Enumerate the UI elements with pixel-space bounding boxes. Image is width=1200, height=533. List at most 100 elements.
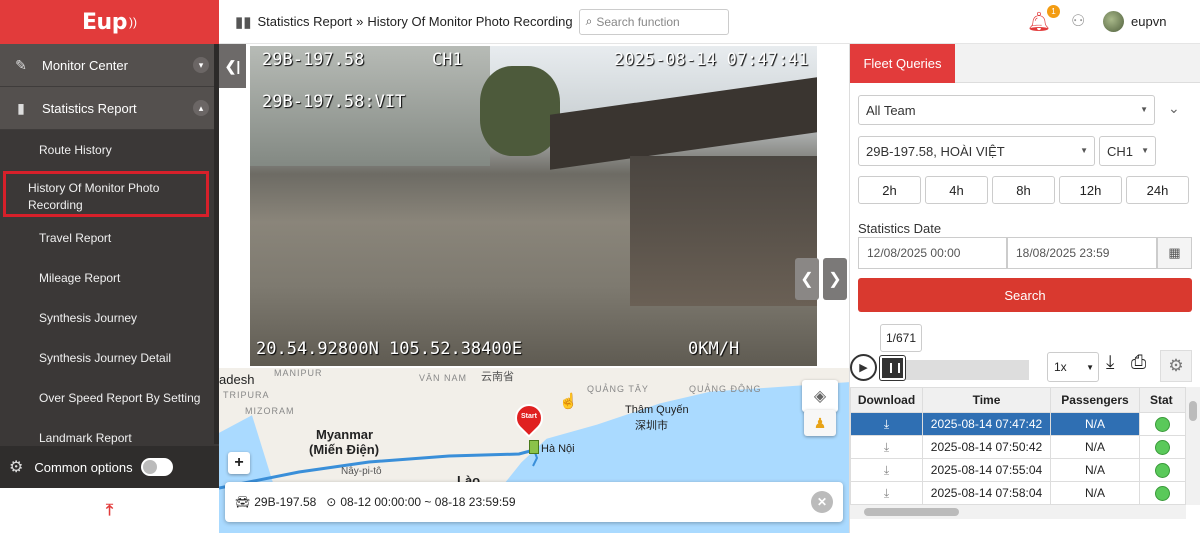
sidebar-item-label: Over Speed Report By Setting [39, 391, 201, 405]
prev-photo-button[interactable]: ❮ [795, 258, 819, 300]
network-icon[interactable]: ⚇ [1071, 11, 1085, 31]
range-2h-button[interactable]: 2h [858, 176, 921, 204]
map[interactable]: adesh MANIPUR VÂN NAM 云南省 QUẢNG TÂY QUẢN… [219, 368, 849, 533]
common-options[interactable]: ⚙ Common options [0, 446, 219, 488]
chevron-down-icon[interactable]: ⌄ [1168, 100, 1180, 117]
search-function-input[interactable]: ⌕ Search function [578, 8, 729, 35]
print-icon[interactable]: ⎙ [1131, 352, 1146, 374]
scrollbar-thumb[interactable] [1189, 401, 1197, 421]
layers-icon[interactable]: ◈ [802, 380, 838, 412]
sidebar-item-label: Synthesis Journey [39, 311, 138, 325]
collapse-sidebar-button[interactable]: ❮| [219, 44, 246, 88]
overlay-plate: 29B-197.58 [262, 50, 365, 70]
bar-chart-icon: ▮ [17, 99, 25, 116]
download-icon[interactable]: ⤓ [884, 463, 889, 477]
street-view-icon[interactable]: ♟ [804, 410, 836, 436]
download-cell[interactable]: ⤓ [850, 435, 923, 459]
clock-icon: ⊙ [326, 495, 337, 509]
map-label-adesh: adesh [219, 372, 255, 387]
download-icon[interactable]: ⤓ [884, 486, 889, 500]
sidebar-item-synthesis-journey[interactable]: Synthesis Journey [0, 298, 219, 338]
sidebar-item-label: Mileage Report [39, 271, 121, 285]
map-label-tripura: TRIPURA [223, 390, 270, 400]
camera-photo: 29B-197.58 CH1 2025-08-14 07:47:41 29B-1… [250, 46, 817, 366]
table-row[interactable]: ⤓ 2025-08-14 07:47:42 N/A [850, 412, 1186, 436]
download-cell[interactable]: ⤓ [850, 458, 923, 482]
scrollbar-thumb[interactable] [864, 508, 959, 516]
common-options-label: Common options [34, 459, 133, 475]
next-photo-button[interactable]: ❯ [823, 258, 847, 300]
calendar-icon[interactable]: ▦ [1157, 237, 1192, 269]
download-icon[interactable]: ⤓ [884, 417, 889, 431]
map-label-van-nam-cn: 云南省 [481, 371, 514, 383]
breadcrumb-parent[interactable]: Statistics Report [258, 14, 353, 29]
route-info-bar: 🚘︎ 29B-197.58 ⊙ 08-12 00:00:00 ~ 08-18 2… [225, 482, 843, 522]
playback-progress[interactable] [880, 356, 1029, 380]
play-icon[interactable]: ▶ [850, 354, 877, 381]
overlay-speed: 0KM/H [688, 339, 740, 359]
table-vertical-scrollbar[interactable] [1186, 387, 1200, 505]
map-label-quang-tay: QUẢNG TÂY [587, 384, 649, 394]
range-8h-button[interactable]: 8h [992, 176, 1055, 204]
download-cell[interactable]: ⤓ [850, 412, 923, 436]
close-icon[interactable]: ✕ [811, 491, 833, 513]
chevron-up-icon[interactable]: ▴ [193, 100, 209, 116]
download-icon[interactable]: ⤓ [884, 440, 889, 454]
vehicle-select[interactable]: 29B-197.58, HOÀI VIỆT ▼ [858, 136, 1095, 166]
notification-badge: 1 [1047, 5, 1060, 18]
table-row[interactable]: ⤓ 2025-08-14 07:55:04 N/A [850, 458, 1186, 482]
search-icon: ⌕ [585, 14, 593, 28]
col-download[interactable]: Download [850, 387, 923, 413]
top-bar: ▮▮ Statistics Report » History Of Monito… [219, 0, 1200, 44]
bar-chart-icon: ▮▮ [235, 13, 252, 31]
sidebar-item-synthesis-journey-detail[interactable]: Synthesis Journey Detail [0, 338, 219, 378]
col-time[interactable]: Time [922, 387, 1051, 413]
status-ok-icon [1155, 485, 1170, 501]
range-12h-button[interactable]: 12h [1059, 176, 1122, 204]
col-passengers[interactable]: Passengers [1050, 387, 1140, 413]
menu-monitor-center[interactable]: ✎ Monitor Center ▾ [0, 44, 219, 87]
search-button[interactable]: Search [858, 278, 1192, 312]
tab-fleet-queries[interactable]: Fleet Queries [850, 44, 955, 83]
table-row[interactable]: ⤓ 2025-08-14 07:50:42 N/A [850, 435, 1186, 459]
zoom-in-button[interactable]: + [228, 452, 250, 474]
playback-speed-select[interactable]: 1x ▼ [1047, 352, 1099, 382]
passengers-cell: N/A [1050, 481, 1140, 505]
pause-icon[interactable] [880, 356, 905, 380]
range-24h-button[interactable]: 24h [1126, 176, 1189, 204]
common-options-toggle[interactable] [140, 458, 173, 476]
breadcrumb-current: History Of Monitor Photo Recording [367, 14, 573, 29]
logo-text: Eup [82, 9, 127, 35]
sidebar-item-route-history[interactable]: Route History [0, 130, 219, 170]
username[interactable]: eupvn [1131, 14, 1166, 29]
scroll-top-icon[interactable]: ⤒ [0, 488, 219, 533]
channel-select-value: CH1 [1107, 143, 1134, 159]
download-icon[interactable]: ⤓ [1106, 352, 1114, 374]
logo[interactable]: Eup )) [0, 0, 219, 44]
col-status[interactable]: Stat [1139, 387, 1186, 413]
sidebar-item-travel-report[interactable]: Travel Report [0, 218, 219, 258]
caret-down-icon: ▼ [1086, 363, 1094, 372]
map-label-tham-quyen-cn: 深圳市 [635, 420, 668, 432]
settings-gear-icon[interactable]: ⚙ [1160, 350, 1192, 382]
caret-down-icon: ▼ [1141, 146, 1149, 155]
vehicle-marker-icon[interactable] [529, 440, 539, 454]
date-to-input[interactable]: 18/08/2025 23:59 [1007, 237, 1157, 269]
avatar[interactable] [1103, 11, 1124, 32]
passengers-cell: N/A [1050, 458, 1140, 482]
info-date-range: 08-12 00:00:00 ~ 08-18 23:59:59 [340, 495, 516, 509]
sidebar-item-mileage-report[interactable]: Mileage Report [0, 258, 219, 298]
range-4h-button[interactable]: 4h [925, 176, 988, 204]
team-select[interactable]: All Team ▼ [858, 95, 1155, 125]
chevron-down-icon[interactable]: ▾ [193, 57, 209, 73]
date-from-input[interactable]: 12/08/2025 00:00 [858, 237, 1007, 269]
sidebar-item-history-photo-recording[interactable]: History Of Monitor Photo Recording [0, 170, 219, 218]
table-row[interactable]: ⤓ 2025-08-14 07:58:04 N/A [850, 481, 1186, 505]
sidebar-item-over-speed-report[interactable]: Over Speed Report By Setting [0, 378, 219, 418]
download-cell[interactable]: ⤓ [850, 481, 923, 505]
channel-select[interactable]: CH1 ▼ [1099, 136, 1156, 166]
table-horizontal-scrollbar[interactable] [850, 505, 1186, 519]
menu-statistics-report[interactable]: ▮ Statistics Report ▴ [0, 87, 219, 130]
sidebar-item-label: Synthesis Journey Detail [39, 351, 172, 365]
sidebar-item-label: Landmark Report [39, 431, 132, 445]
